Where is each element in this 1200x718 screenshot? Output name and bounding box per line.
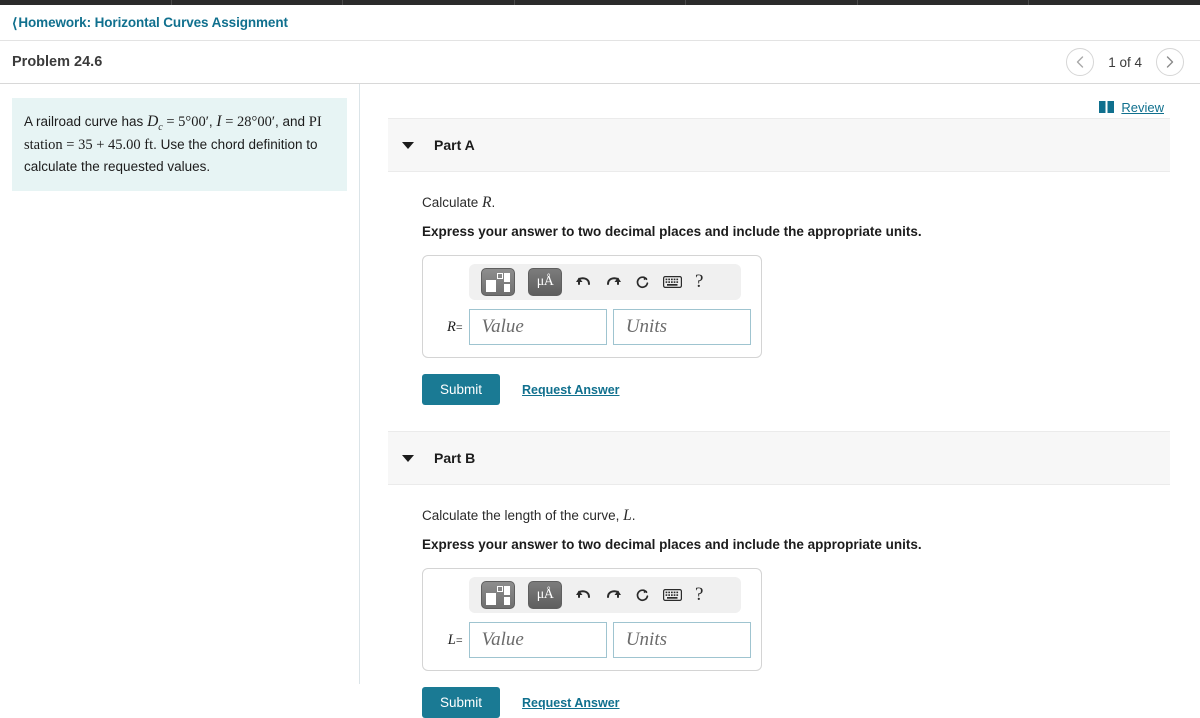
review-label: Review — [1121, 99, 1164, 115]
part-a-instruction: Express your answer to two decimal place… — [422, 224, 922, 239]
keyboard-icon[interactable] — [663, 276, 682, 288]
equals-sign: = — [62, 137, 79, 154]
keyboard-icon[interactable] — [663, 589, 682, 601]
part-b-body: Calculate the length of the curve, L. Ex… — [388, 485, 1170, 718]
problem-statement-box: A railroad curve has Dc = 5°00′, I = 28°… — [12, 98, 347, 192]
chrome-segment — [686, 0, 858, 5]
chrome-segment — [515, 0, 687, 5]
part-b-units-input[interactable]: Units — [612, 622, 751, 658]
question-tail: . — [491, 195, 496, 210]
value-placeholder: Value — [481, 629, 524, 650]
part-b-math-toolbar: μÅ ? — [469, 577, 741, 613]
chrome-segment — [1029, 0, 1200, 5]
undo-icon[interactable] — [575, 275, 592, 290]
part-a-submit-button[interactable]: Submit — [422, 374, 501, 405]
units-placeholder: Units — [625, 629, 667, 650]
template-glyph — [486, 272, 510, 292]
problem-pager: 1 of 4 — [1066, 48, 1184, 76]
value-pi-station: 35 + 45.00 ft — [78, 137, 154, 154]
unit-input-icon[interactable]: μÅ — [528, 581, 562, 609]
part-b-input-row: L= Value Units — [433, 622, 751, 658]
part-a-value-input[interactable]: Value — [468, 309, 607, 345]
part-a-request-answer-link[interactable]: Request Answer — [522, 383, 619, 397]
chrome-segment — [0, 0, 172, 5]
problem-statement-pane: A railroad curve has Dc = 5°00′, I = 28°… — [0, 84, 360, 684]
review-link[interactable]: Review — [1099, 100, 1164, 115]
chrome-segment — [343, 0, 515, 5]
part-a-answer-card: μÅ ? R= Value Units — [422, 255, 762, 358]
part-a-input-row: R= Value Units — [433, 309, 751, 345]
unit-input-icon[interactable]: μÅ — [528, 268, 562, 296]
units-placeholder: Units — [625, 316, 667, 337]
part-b-submit-row: Submit Request Answer — [422, 687, 1170, 718]
pager-count: 1 of 4 — [1108, 54, 1142, 70]
problem-header: Problem 24.6 1 of 4 — [0, 41, 1200, 84]
part-a-submit-row: Submit Request Answer — [422, 374, 1170, 405]
redo-icon[interactable] — [605, 275, 622, 290]
main-content: A railroad curve has Dc = 5°00′, I = 28°… — [0, 84, 1200, 718]
question-lead: Calculate the length of the curve, — [422, 508, 624, 523]
chevron-left-icon — [1077, 56, 1084, 68]
part-a-section: Part A Calculate R. Express your answer … — [360, 118, 1200, 405]
parts-pane: Review Part A Calculate R. Express your … — [360, 84, 1200, 718]
problem-text-lead: A railroad curve has — [24, 114, 148, 129]
breadcrumb-label: Homework: Horizontal Curves Assignment — [18, 15, 288, 30]
part-b-section: Part B Calculate the length of the curve… — [360, 431, 1200, 718]
reset-icon[interactable] — [635, 275, 650, 290]
book-icon — [1099, 101, 1115, 113]
part-b-label: Part B — [434, 450, 476, 466]
next-problem-button[interactable] — [1156, 48, 1184, 76]
question-tail: . — [631, 508, 636, 523]
question-lead: Calculate — [422, 195, 483, 210]
chevron-left-icon: ⟨ — [12, 14, 18, 31]
part-a-label: Part A — [434, 137, 475, 153]
undo-icon[interactable] — [575, 588, 592, 603]
caret-down-icon[interactable] — [402, 454, 414, 462]
variable-dc: Dc — [147, 113, 163, 134]
math-template-icon[interactable] — [481, 268, 515, 296]
help-icon[interactable]: ? — [695, 271, 703, 293]
part-b-question: Calculate the length of the curve, L. — [422, 507, 1170, 525]
breadcrumb-back-link[interactable]: ⟨ Homework: Horizontal Curves Assignment — [12, 15, 288, 30]
value-dc: 5°00′ — [178, 114, 209, 130]
question-variable: L — [623, 507, 632, 524]
help-icon[interactable]: ? — [695, 584, 703, 606]
and-text: , and — [275, 114, 309, 129]
prev-problem-button[interactable] — [1066, 48, 1095, 76]
chevron-right-icon — [1166, 56, 1174, 68]
part-a-math-toolbar: μÅ ? — [469, 264, 741, 300]
chrome-segment — [858, 0, 1030, 5]
equals-sign: = — [221, 114, 238, 130]
value-placeholder: Value — [481, 316, 524, 337]
part-b-request-answer-link[interactable]: Request Answer — [522, 696, 619, 710]
value-i: 28°00′ — [237, 114, 275, 130]
unit-icon-label: μÅ — [536, 274, 554, 289]
part-a-header[interactable]: Part A — [388, 118, 1170, 172]
reset-icon[interactable] — [635, 588, 650, 603]
part-a-units-input[interactable]: Units — [612, 309, 751, 345]
caret-down-icon[interactable] — [402, 141, 414, 149]
question-variable: R — [482, 194, 492, 211]
part-b-value-input[interactable]: Value — [468, 622, 607, 658]
chrome-segment — [172, 0, 344, 5]
template-glyph — [486, 585, 510, 605]
equals-sign: = — [162, 114, 179, 130]
part-b-variable-label: L= — [447, 631, 463, 648]
part-a-body: Calculate R. Express your answer to two … — [388, 172, 1170, 405]
page-title: Problem 24.6 — [12, 54, 103, 70]
math-template-icon[interactable] — [481, 581, 515, 609]
part-a-question: Calculate R. — [422, 194, 1170, 212]
part-b-instruction: Express your answer to two decimal place… — [422, 537, 922, 552]
browser-chrome-bar — [0, 0, 1200, 5]
breadcrumb: ⟨ Homework: Horizontal Curves Assignment — [0, 5, 1200, 41]
redo-icon[interactable] — [605, 588, 622, 603]
part-b-header[interactable]: Part B — [388, 431, 1170, 485]
part-b-submit-button[interactable]: Submit — [422, 687, 501, 718]
part-b-answer-card: μÅ ? L= Value Units — [422, 568, 762, 671]
review-row: Review — [360, 84, 1200, 118]
unit-icon-label: μÅ — [536, 587, 554, 602]
part-a-variable-label: R= — [446, 318, 463, 335]
